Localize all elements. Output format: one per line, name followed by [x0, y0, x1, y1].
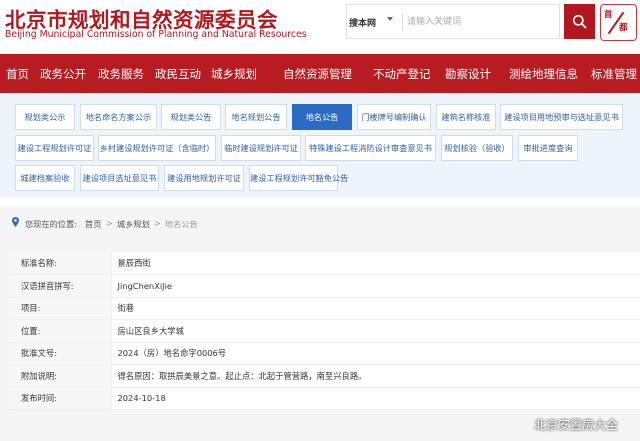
- subnav-item[interactable]: 建设工程规划许可证: [15, 135, 94, 161]
- breadcrumb: 您现在的位置: 首页 > 城乡规划 > 地名公告: [0, 210, 640, 234]
- table-row: 项目: 街巷: [9, 297, 640, 320]
- row-value: 2024-10-18: [111, 387, 640, 410]
- search-scope-select[interactable]: 搜本网: [349, 16, 376, 29]
- breadcrumb-separator: >: [154, 218, 161, 228]
- nav-item-gov-affairs[interactable]: 政务公开: [40, 66, 86, 82]
- location-pin-icon: [12, 217, 19, 227]
- subnav-item[interactable]: 建设工程规划许可豁免公告: [249, 165, 348, 191]
- subnav-item[interactable]: 临时建设规划许可证: [221, 135, 301, 161]
- row-value: 得名原因：取拱辰美景之意。起止点：北起于管营路，南至兴良路。: [111, 364, 640, 388]
- place-name-info-table: 标准名称: 景辰西街 汉语拼音拼写: JingChenXiJie 项目: 街巷 …: [9, 252, 640, 410]
- site-header: 北京市规划和自然资源委员会 Beijing Municipal Commissi…: [0, 0, 640, 54]
- site-subtitle: Beijing Municipal Commission of Planning…: [5, 29, 307, 40]
- row-label: 汉语拼音拼写:: [9, 274, 112, 298]
- subnav-item[interactable]: 门楼牌号编制确认: [357, 104, 431, 130]
- breadcrumb-planning-link[interactable]: 城乡规划: [117, 218, 150, 230]
- subnav-item[interactable]: 审批进度查询: [518, 135, 578, 161]
- subnav-item[interactable]: 地名命名方案公示: [80, 104, 157, 130]
- subnav-item[interactable]: 规划类公示: [15, 104, 75, 130]
- row-label: 附加说明:: [9, 364, 112, 388]
- subnav-item[interactable]: 规划类公告: [161, 104, 221, 130]
- search-icon: [572, 14, 587, 29]
- table-row: 标准名称: 景辰西街: [9, 252, 640, 275]
- table-row: 批准文号: 2024（房）地名命字0006号: [9, 342, 640, 365]
- nav-item-mapping[interactable]: 测绘地理信息: [509, 66, 578, 82]
- row-label: 位置:: [9, 319, 112, 343]
- nav-item-gov-service[interactable]: 政务服务: [98, 66, 144, 82]
- nav-item-real-estate[interactable]: 不动产登记: [373, 66, 431, 82]
- logo-char-a: 首: [604, 10, 613, 20]
- row-value: 房山区良乡大学城: [111, 319, 640, 343]
- subnav-item[interactable]: 建设项目选址意见书: [80, 165, 159, 191]
- breadcrumb-prefix: 您现在的位置:: [25, 219, 77, 229]
- table-row: 位置: 房山区良乡大学城: [9, 319, 640, 343]
- breadcrumb-home-link[interactable]: 首页: [85, 218, 101, 230]
- table-row: 发布时间: 2024-10-18: [9, 387, 640, 410]
- logo-char-b: 都: [619, 23, 628, 33]
- search-box: 搜本网: [346, 4, 560, 39]
- subnav-item[interactable]: 地名规划公告: [225, 104, 287, 130]
- row-value: JingChenXiJie: [111, 274, 640, 298]
- nav-item-survey-design[interactable]: 勘察设计: [445, 66, 491, 82]
- sub-nav: 规划类公示 地名命名方案公示 规划类公告 地名规划公告 地名公告 门楼牌号编制确…: [0, 93, 640, 197]
- table-row: 汉语拼音拼写: JingChenXiJie: [9, 274, 640, 298]
- row-label: 发布时间:: [9, 387, 112, 410]
- subnav-item[interactable]: 特殊建设工程消防设计审查意见书: [305, 135, 436, 161]
- chevron-down-icon[interactable]: [387, 17, 393, 21]
- row-label: 标准名称:: [9, 252, 112, 275]
- search-divider: [402, 13, 403, 31]
- capital-logo[interactable]: 首 都: [600, 4, 637, 41]
- subnav-item[interactable]: 建设用地规划许可证: [164, 165, 244, 191]
- main-nav: 首页 政务公开 政务服务 政民互动 城乡规划 自然资源管理 不动产登记 勘察设计…: [0, 54, 640, 93]
- watermark: 北京安置房大全: [534, 418, 619, 432]
- breadcrumb-separator: >: [106, 218, 113, 228]
- subnav-item[interactable]: 建筑名称核准: [436, 104, 496, 130]
- subnav-item[interactable]: 建设项目用地预审与选址意见书: [500, 104, 623, 130]
- row-label: 批准文号:: [9, 342, 112, 365]
- nav-item-interaction[interactable]: 政民互动: [155, 66, 201, 82]
- subnav-item[interactable]: 城建档案验收: [15, 165, 75, 191]
- subnav-item[interactable]: 乡村建设规划许可证（含临时）: [98, 135, 216, 161]
- nav-item-standards[interactable]: 标准管理: [591, 66, 637, 82]
- row-value: 2024（房）地名命字0006号: [111, 342, 640, 365]
- breadcrumb-current: 地名公告: [165, 219, 198, 229]
- search-input[interactable]: [407, 13, 552, 31]
- table-row: 附加说明: 得名原因：取拱辰美景之意。起止点：北起于管营路，南至兴良路。: [9, 364, 640, 388]
- nav-item-urban-planning[interactable]: 城乡规划: [211, 66, 257, 82]
- search-button[interactable]: [564, 4, 595, 39]
- nav-item-home[interactable]: 首页: [6, 66, 29, 82]
- subnav-item[interactable]: 规划核验（验收）: [441, 135, 513, 161]
- row-value: 景辰西街: [111, 252, 640, 275]
- row-label: 项目:: [9, 297, 112, 320]
- row-value: 街巷: [111, 297, 640, 320]
- subnav-item-active[interactable]: 地名公告: [292, 104, 352, 130]
- nav-item-natural-resources[interactable]: 自然资源管理: [283, 66, 352, 82]
